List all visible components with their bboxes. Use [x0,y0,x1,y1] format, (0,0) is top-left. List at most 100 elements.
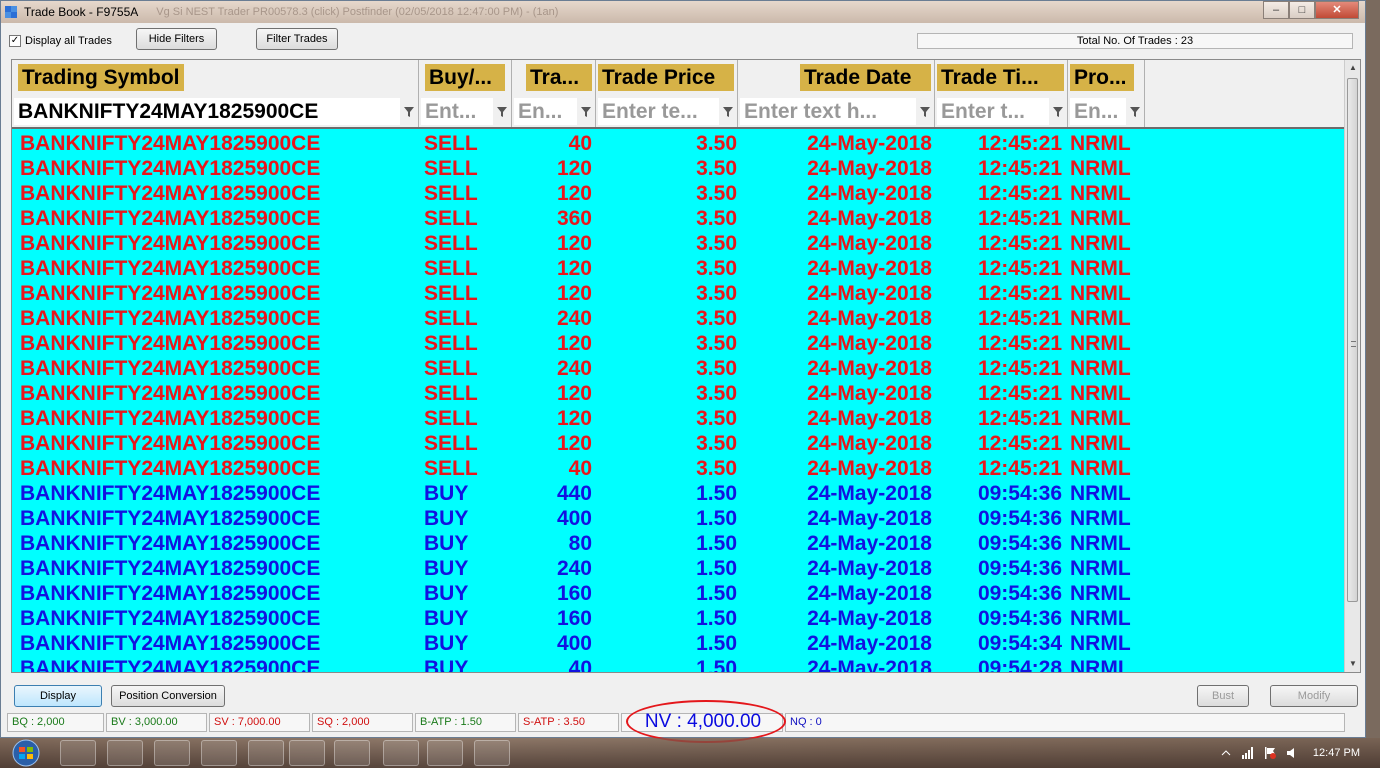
filter-funnel-icon[interactable] [1052,106,1064,118]
table-row[interactable]: BANKNIFTY24MAY1825900CE SELL 240 3.50 24-May… [12,356,1346,381]
cell-trade-qty: 240 [556,357,592,380]
table-row[interactable]: BANKNIFTY24MAY1825900CE BUY 400 1.50 24-May-… [12,506,1346,531]
cell-trade-date: 24-May-2018 [807,457,932,480]
volume-speaker-icon[interactable] [1285,746,1299,760]
table-row[interactable]: BANKNIFTY24MAY1825900CE BUY 160 1.50 24-May-… [12,581,1346,606]
cell-trade-qty: 120 [556,157,592,180]
filter-input-trade-price[interactable]: Enter te... [598,98,719,125]
modify-button[interactable]: Modify [1270,685,1358,707]
taskbar-window-icon[interactable] [427,740,463,766]
close-icon[interactable]: ✕ [1315,1,1359,19]
minimize-icon[interactable]: – [1263,1,1289,19]
cell-trade-price: 3.50 [696,432,737,455]
table-row[interactable]: BANKNIFTY24MAY1825900CE SELL 120 3.50 24-May… [12,381,1346,406]
filter-trades-button[interactable]: Filter Trades [256,28,338,50]
display-all-trades-checkbox[interactable]: ✓ Display all Trades [9,35,112,47]
cell-buy-sell: BUY [424,632,469,655]
title-bar[interactable]: Trade Book - F9755A Vg Si NEST Trader PR… [1,1,1365,23]
cell-trade-date: 24-May-2018 [807,182,932,205]
scroll-down-icon[interactable]: ▼ [1345,656,1360,672]
scroll-up-icon[interactable]: ▲ [1345,60,1360,76]
taskbar-chart-app-icon[interactable] [248,740,284,766]
table-row[interactable]: BANKNIFTY24MAY1825900CE SELL 120 3.50 24-May… [12,156,1346,181]
filter-funnel-icon[interactable] [1129,106,1141,118]
vertical-scrollbar[interactable]: ▲ ▼ [1344,60,1360,672]
network-signal-icon[interactable] [1241,746,1255,760]
table-row[interactable]: BANKNIFTY24MAY1825900CE BUY 40 1.50 24-May-2… [12,656,1346,673]
col-header-trade-time[interactable]: Trade Ti... [935,60,1068,94]
position-conversion-button[interactable]: Position Conversion [111,685,225,707]
cell-trading-symbol: BANKNIFTY24MAY1825900CE [20,632,321,655]
filter-funnel-icon[interactable] [580,106,592,118]
checkbox-check-icon[interactable]: ✓ [9,35,21,47]
filter-input-trade-qty[interactable]: En... [514,98,577,125]
col-header-trade-date[interactable]: Trade Date [738,60,935,94]
table-row[interactable]: BANKNIFTY24MAY1825900CE BUY 240 1.50 24-May-… [12,556,1346,581]
maximize-icon[interactable]: □ [1289,1,1315,19]
cell-product: NRML [1070,407,1131,430]
taskbar-folder-icon[interactable] [383,740,419,766]
cell-trade-price: 3.50 [696,357,737,380]
table-row[interactable]: BANKNIFTY24MAY1825900CE SELL 120 3.50 24-May… [12,231,1346,256]
filter-input-buy-sell[interactable]: Ent... [421,98,493,125]
filter-input-trade-time[interactable]: Enter t... [937,98,1049,125]
taskbar-excel-icon[interactable] [289,740,325,766]
cell-trade-price: 1.50 [696,557,737,580]
table-row[interactable]: BANKNIFTY24MAY1825900CE SELL 360 3.50 24-May… [12,206,1346,231]
taskbar-calculator-icon[interactable] [474,740,510,766]
windows-start-icon[interactable] [4,739,48,767]
show-hidden-icons-chevron-icon[interactable] [1219,746,1233,760]
cell-trade-qty: 120 [556,232,592,255]
bust-button[interactable]: Bust [1197,685,1249,707]
table-row[interactable]: BANKNIFTY24MAY1825900CE SELL 120 3.50 24-May… [12,331,1346,356]
taskbar-document-icon[interactable] [201,740,237,766]
table-row[interactable]: BANKNIFTY24MAY1825900CE SELL 120 3.50 24-May… [12,256,1346,281]
taskbar-clock[interactable]: 12:47 PM [1313,747,1360,759]
col-header-product[interactable]: Pro... [1068,60,1145,94]
cell-trading-symbol: BANKNIFTY24MAY1825900CE [20,407,321,430]
table-row[interactable]: BANKNIFTY24MAY1825900CE BUY 400 1.50 24-May-… [12,631,1346,656]
display-button[interactable]: Display [14,685,102,707]
col-header-buy-sell[interactable]: Buy/... [419,60,512,94]
table-row[interactable]: BANKNIFTY24MAY1825900CE SELL 40 3.50 24-May-… [12,131,1346,156]
action-center-flag-icon[interactable] [1263,746,1277,760]
cell-trade-price: 1.50 [696,482,737,505]
table-row[interactable]: BANKNIFTY24MAY1825900CE SELL 40 3.50 24-May-… [12,456,1346,481]
col-header-trade-price[interactable]: Trade Price [596,60,738,94]
cell-trade-time: 09:54:36 [977,557,1062,580]
filter-input-product[interactable]: En... [1070,98,1126,125]
cell-trade-date: 24-May-2018 [807,132,932,155]
col-header-trade-qty[interactable]: Tra... [512,60,596,94]
cell-trade-qty: 80 [568,532,592,555]
filter-funnel-icon[interactable] [496,106,508,118]
taskbar-media-icon[interactable] [154,740,190,766]
filter-funnel-icon[interactable] [403,106,415,118]
taskbar-chrome-icon[interactable] [107,740,143,766]
filter-input-trade-date[interactable]: Enter text h... [740,98,916,125]
table-row[interactable]: BANKNIFTY24MAY1825900CE BUY 80 1.50 24-May-2… [12,531,1346,556]
hide-filters-button[interactable]: Hide Filters [136,28,217,50]
cell-trade-qty: 160 [556,582,592,605]
table-row[interactable]: BANKNIFTY24MAY1825900CE SELL 120 3.50 24-May… [12,281,1346,306]
cell-product: NRML [1070,657,1131,673]
cell-trade-price: 3.50 [696,207,737,230]
cell-trade-price: 1.50 [696,632,737,655]
filter-funnel-icon[interactable] [722,106,734,118]
cell-trading-symbol: BANKNIFTY24MAY1825900CE [20,332,321,355]
col-header-trading-symbol[interactable]: Trading Symbol [12,60,419,94]
cell-trade-price: 3.50 [696,307,737,330]
filter-input-trading-symbol[interactable]: BANKNIFTY24MAY1825900CE [14,98,400,125]
table-row[interactable]: BANKNIFTY24MAY1825900CE SELL 120 3.50 24-May… [12,406,1346,431]
table-row[interactable]: BANKNIFTY24MAY1825900CE SELL 120 3.50 24-May… [12,181,1346,206]
table-row[interactable]: BANKNIFTY24MAY1825900CE SELL 120 3.50 24-May… [12,431,1346,456]
table-row[interactable]: BANKNIFTY24MAY1825900CE BUY 440 1.50 24-May-… [12,481,1346,506]
taskbar-triangle-app-icon[interactable] [334,740,370,766]
table-row[interactable]: BANKNIFTY24MAY1825900CE SELL 240 3.50 24-May… [12,306,1346,331]
cell-trade-time: 09:54:36 [977,482,1062,505]
table-row[interactable]: BANKNIFTY24MAY1825900CE BUY 160 1.50 24-May-… [12,606,1346,631]
scrollbar-thumb[interactable] [1347,78,1358,602]
puzzle-app-icon [5,6,17,18]
taskbar-explorer-icon[interactable] [60,740,96,766]
filter-funnel-icon[interactable] [919,106,931,118]
header-label: Tra... [526,64,592,91]
